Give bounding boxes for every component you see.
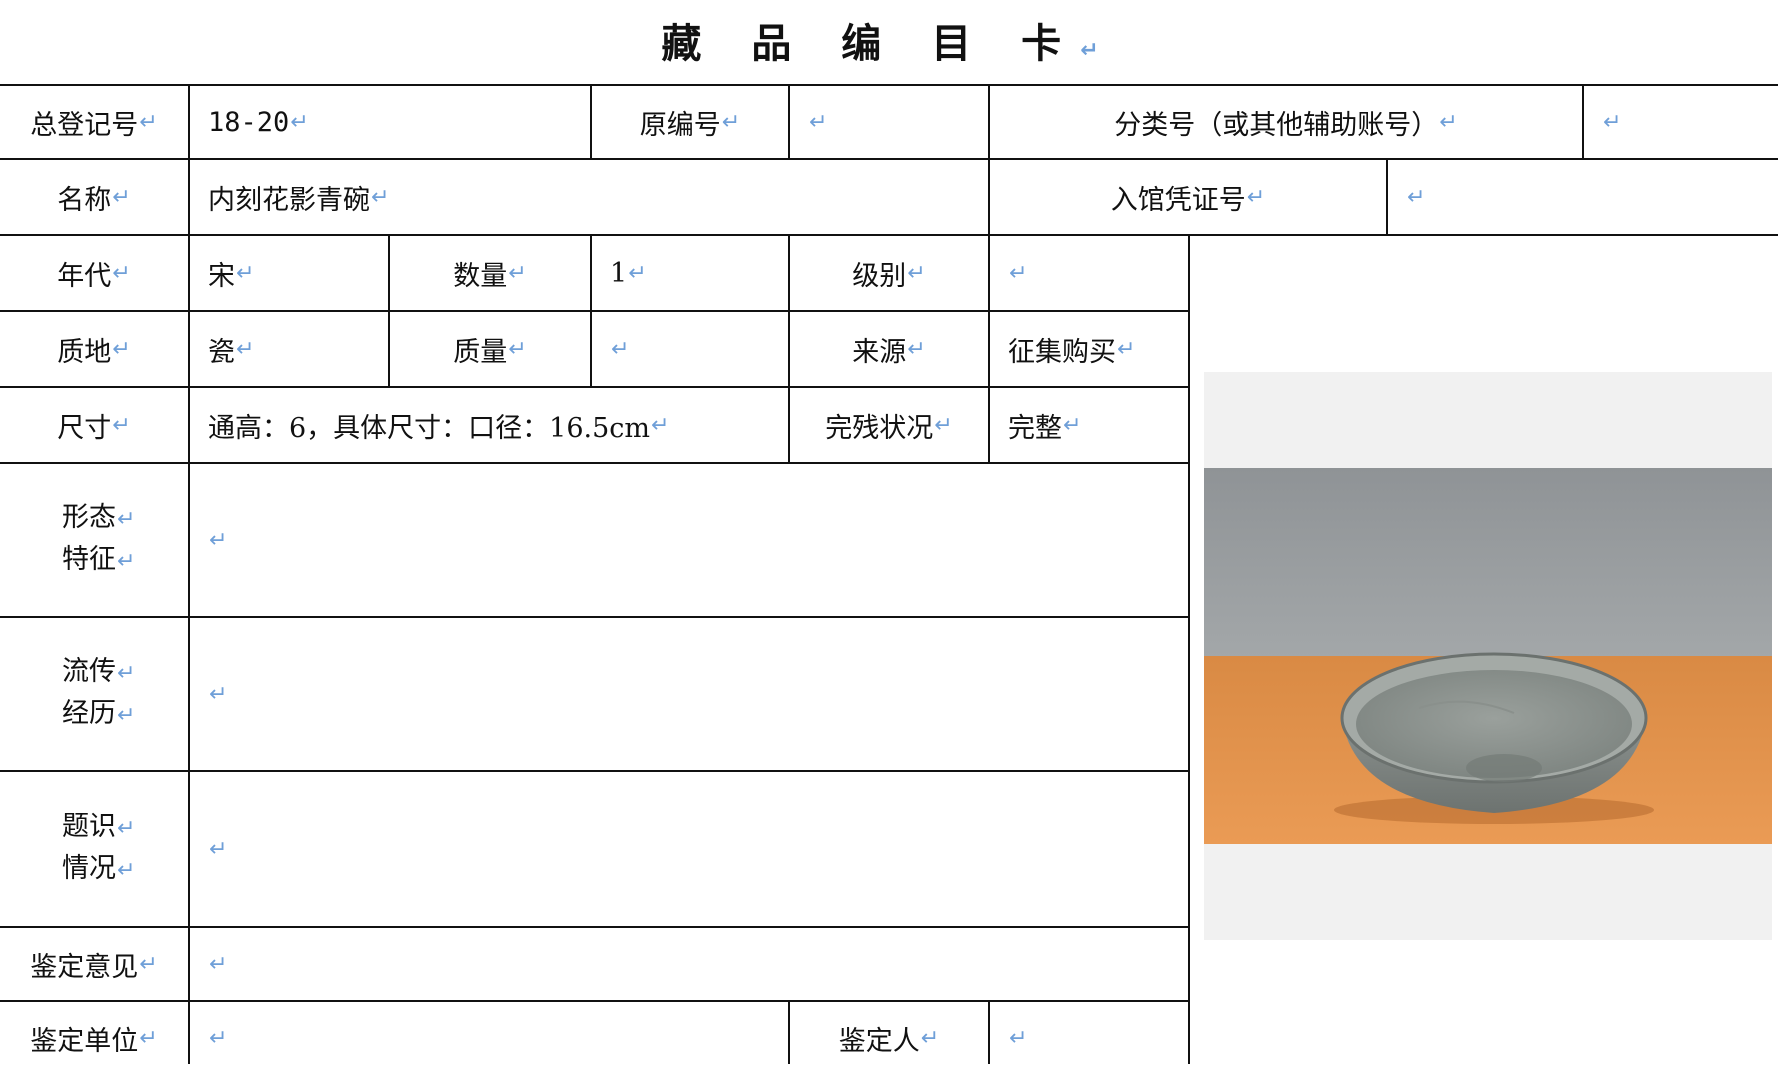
label-source: 来源 ↵ <box>852 336 926 368</box>
value-inscription: ↵ <box>209 836 228 862</box>
bowl-photo-image <box>1204 468 1772 844</box>
value-appraisal-opinion: ↵ <box>209 951 228 977</box>
label-appraisal-unit: 鉴定单位 ↵ <box>30 1025 158 1057</box>
value-era: 宋 ↵ <box>208 260 255 292</box>
value-name: 内刻花影青碗 ↵ <box>208 184 390 216</box>
catalog-card: 藏 品 编 目 卡↵ 总登记号 ↵ 18-20 ↵ 原编号 ↵ ↵ 分类号（或其他辅助… <box>0 0 1778 1064</box>
value-original-no: ↵ <box>809 109 828 135</box>
label-category-no: 分类号（或其他辅助账号） ↵ <box>1114 109 1458 141</box>
value-grade: ↵ <box>1009 260 1028 286</box>
label-provenance: 流传↵ 经历↵ <box>62 656 136 729</box>
label-grade: 级别 ↵ <box>852 260 926 292</box>
value-total-reg-no: 18-20 ↵ <box>208 106 309 138</box>
label-era: 年代 ↵ <box>57 260 131 292</box>
label-appraiser: 鉴定人 ↵ <box>838 1025 940 1057</box>
label-name: 名称 ↵ <box>57 184 131 216</box>
return-mark: ↵ <box>1080 38 1117 63</box>
label-weight: 质量 ↵ <box>453 336 527 368</box>
label-original-no: 原编号 ↵ <box>639 109 741 141</box>
bowl-photo <box>1204 468 1772 844</box>
value-quantity: 1 ↵ <box>610 257 647 289</box>
card-title: 藏 品 编 目 卡↵ <box>661 20 1117 67</box>
label-quantity: 数量 ↵ <box>453 260 527 292</box>
label-material: 质地 ↵ <box>57 336 131 368</box>
label-total-reg-no: 总登记号 ↵ <box>30 109 158 141</box>
value-size: 通高：6，具体尺寸：口径：16.5cm ↵ <box>208 412 670 444</box>
label-appraisal-opinion: 鉴定意见 ↵ <box>30 951 158 983</box>
value-form-features: ↵ <box>209 527 228 553</box>
value-appraisal-unit: ↵ <box>209 1025 228 1051</box>
label-entry-voucher-no: 入馆凭证号 ↵ <box>1110 184 1266 216</box>
value-source: 征集购买 ↵ <box>1008 336 1136 368</box>
value-provenance: ↵ <box>209 681 228 707</box>
value-material: 瓷 ↵ <box>208 336 255 368</box>
value-condition: 完整 ↵ <box>1008 412 1082 444</box>
value-appraiser: ↵ <box>1009 1025 1028 1051</box>
label-form-features: 形态↵ 特征↵ <box>62 502 136 575</box>
label-inscription: 题识↵ 情况↵ <box>62 811 136 884</box>
value-weight: ↵ <box>611 336 630 362</box>
label-size: 尺寸 ↵ <box>57 412 131 444</box>
value-entry-voucher-no: ↵ <box>1407 184 1426 210</box>
label-condition: 完残状况 ↵ <box>825 412 953 444</box>
value-category-no: ↵ <box>1603 109 1622 135</box>
rule-col-right <box>1188 234 1190 1064</box>
